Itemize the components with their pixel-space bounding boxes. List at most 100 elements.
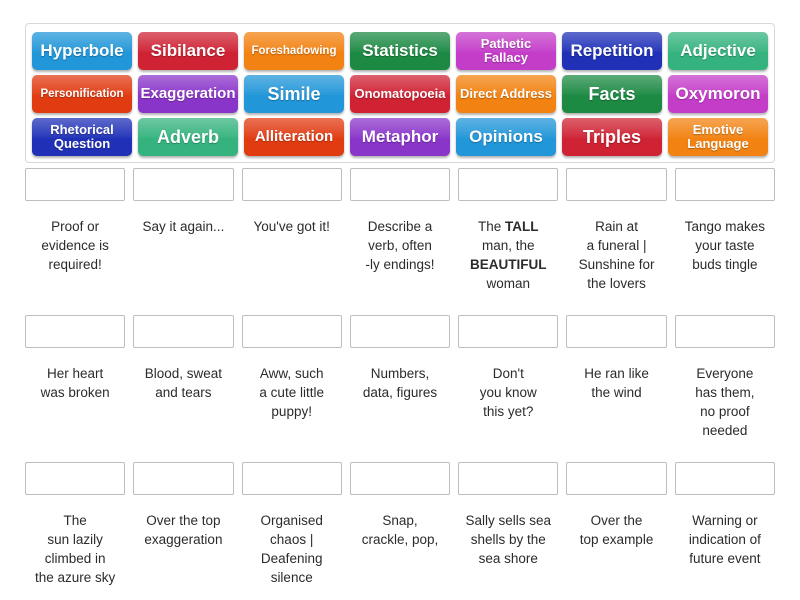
tile-label: Pathetic Fallacy (480, 36, 532, 65)
match-up-activity: Hyperbole Sibilance Foreshadowing Statistic… (0, 0, 800, 600)
tile-label: Emotive Language (687, 122, 749, 151)
drop-slot[interactable] (349, 168, 451, 201)
tile-triples[interactable]: Triples (562, 118, 662, 156)
answer-cell: Don't you know this yet? (458, 315, 559, 450)
tile-label: Direct Address (460, 86, 552, 102)
tile-adverb[interactable]: Adverb (138, 118, 238, 156)
tile-exaggeration[interactable]: Exaggeration (138, 75, 238, 113)
drop-slot[interactable] (133, 168, 234, 201)
drop-slot[interactable] (349, 462, 451, 495)
answer-clue-text: Don't you know this yet? (479, 366, 537, 420)
answer-cell: Her heart was broken (25, 315, 126, 450)
drop-slot[interactable] (25, 168, 126, 201)
tile-oxymoron[interactable]: Oxymoron (668, 75, 768, 113)
tile-label: Foreshadowing (251, 44, 337, 57)
tile-adjective[interactable]: Adjective (668, 32, 768, 70)
answer-clue-text: The TALL man, the BEAUTIFUL woman (470, 219, 547, 292)
answer-cell: He ran like the wind (566, 315, 667, 450)
answer-cell: Warning or indication of future event (674, 462, 775, 597)
answer-cell: Tango makes your taste buds tingle (674, 168, 775, 303)
tile-label: Sibilance (150, 41, 226, 61)
answer-clue-text: He ran like the wind (584, 366, 649, 401)
tile-emotive-language[interactable]: Emotive Language (668, 118, 768, 156)
tile-label: Adverb (156, 126, 219, 147)
tile-bank: Hyperbole Sibilance Foreshadowing Statistic… (25, 23, 775, 163)
tile-onomatopoeia[interactable]: Onomatopoeia (350, 75, 450, 113)
drop-slot[interactable] (25, 462, 126, 495)
answer-clue-text: Over the top example (579, 513, 654, 548)
tile-label: Statistics (362, 41, 438, 61)
tile-label: Facts (588, 83, 636, 104)
tile-rhetorical-question[interactable]: Rhetorical Question (32, 118, 132, 156)
tile-label: Exaggeration (140, 85, 236, 103)
tile-label: Opinions (469, 127, 543, 147)
answer-clue-text: Warning or indication of future event (688, 513, 761, 567)
tile-facts[interactable]: Facts (562, 75, 662, 113)
drop-slot[interactable] (133, 315, 234, 348)
answer-row: Proof or evidence is required! Say it aga… (25, 168, 775, 303)
tile-label: Oxymoron (675, 84, 761, 104)
answer-clue-text: Everyone has them, no proof needed (695, 366, 755, 439)
tile-personification[interactable]: Personification (32, 75, 132, 113)
tile-label: Simile (267, 83, 321, 104)
drop-slot[interactable] (133, 462, 234, 495)
drop-slot[interactable] (674, 462, 775, 495)
answer-cell: Numbers, data, figures (349, 315, 451, 450)
answer-cell: You've got it! (241, 168, 342, 303)
answer-cell: The sun lazily climbed in the azure sky (25, 462, 126, 597)
answer-clue-text: Describe a verb, often -ly endings! (365, 219, 435, 273)
answer-cell: Everyone has them, no proof needed (674, 315, 775, 450)
drop-slot[interactable] (25, 315, 126, 348)
answer-cell: Over the top example (566, 462, 667, 597)
tile-foreshadowing[interactable]: Foreshadowing (244, 32, 344, 70)
drop-slot[interactable] (241, 168, 342, 201)
answer-cell: Rain at a funeral | Sunshine for the lov… (566, 168, 667, 303)
answer-clue-text: Sally sells sea shells by the sea shore (465, 513, 552, 567)
drop-slot[interactable] (674, 315, 775, 348)
drop-slot[interactable] (458, 168, 559, 201)
tile-hyperbole[interactable]: Hyperbole (32, 32, 132, 70)
tile-label: Personification (40, 87, 124, 100)
drop-slot[interactable] (566, 462, 667, 495)
answer-cell: The TALL man, the BEAUTIFUL woman (458, 168, 559, 303)
drop-slot[interactable] (349, 315, 451, 348)
answer-cell: Over the top exaggeration (133, 462, 234, 597)
drop-slot[interactable] (241, 315, 342, 348)
drop-slot[interactable] (241, 462, 342, 495)
tile-pathetic-fallacy[interactable]: Pathetic Fallacy (456, 32, 556, 70)
tile-sibilance[interactable]: Sibilance (138, 32, 238, 70)
drop-slot[interactable] (566, 315, 667, 348)
tile-label: Rhetorical Question (50, 122, 114, 151)
answer-row: The sun lazily climbed in the azure sky O… (25, 462, 775, 597)
tile-metaphor[interactable]: Metaphor (350, 118, 450, 156)
answer-area: Proof or evidence is required! Say it aga… (25, 168, 775, 600)
answer-cell: Describe a verb, often -ly endings! (349, 168, 451, 303)
answer-clue-text: You've got it! (253, 219, 330, 234)
drop-slot[interactable] (458, 315, 559, 348)
tile-direct-address[interactable]: Direct Address (456, 75, 556, 113)
answer-cell: Say it again... (133, 168, 234, 303)
answer-clue-text: Organised chaos | Deafening silence (260, 513, 323, 586)
tile-repetition[interactable]: Repetition (562, 32, 662, 70)
tile-label: Onomatopoeia (354, 86, 446, 102)
answer-clue-text: Snap, crackle, pop, (361, 513, 439, 548)
tile-label: Hyperbole (40, 41, 124, 61)
answer-clue-text: Proof or evidence is required! (41, 219, 109, 273)
tile-alliteration[interactable]: Alliteration (244, 118, 344, 156)
tile-grid: Hyperbole Sibilance Foreshadowing Statistic… (32, 32, 768, 156)
answer-clue-text: Blood, sweat and tears (144, 366, 223, 401)
tile-statistics[interactable]: Statistics (350, 32, 450, 70)
tile-label: Adjective (680, 41, 756, 61)
answer-clue-text: Say it again... (142, 219, 225, 234)
answer-clue-text: The sun lazily climbed in the azure sky (34, 513, 116, 586)
tile-opinions[interactable]: Opinions (456, 118, 556, 156)
answer-cell: Proof or evidence is required! (25, 168, 126, 303)
drop-slot[interactable] (674, 168, 775, 201)
answer-clue-text: Her heart was broken (40, 366, 110, 401)
tile-simile[interactable]: Simile (244, 75, 344, 113)
drop-slot[interactable] (566, 168, 667, 201)
answer-clue-text: Rain at a funeral | Sunshine for the lov… (578, 219, 655, 292)
drop-slot[interactable] (458, 462, 559, 495)
tile-label: Repetition (570, 41, 654, 61)
answer-cell: Organised chaos | Deafening silence (241, 462, 342, 597)
